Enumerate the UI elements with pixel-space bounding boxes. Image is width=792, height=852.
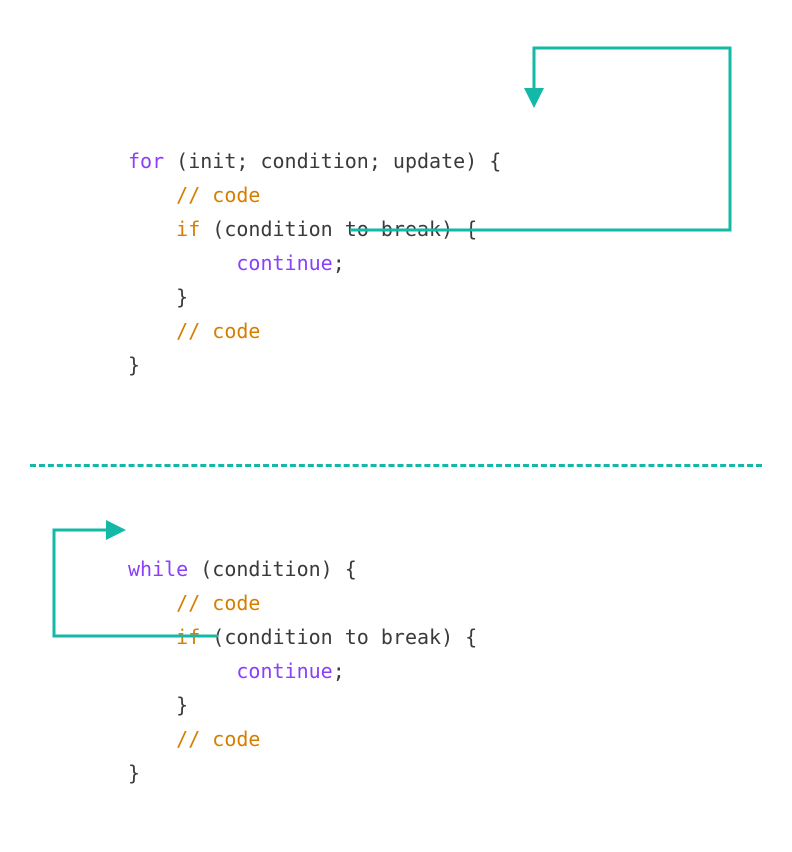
close-brace: } bbox=[128, 353, 140, 377]
code-comment: // code bbox=[176, 727, 260, 751]
if-condition: (condition to break) { bbox=[200, 625, 477, 649]
code-comment: // code bbox=[176, 591, 260, 615]
section-divider bbox=[30, 464, 762, 467]
code-comment: // code bbox=[176, 319, 260, 343]
while-keyword: while bbox=[128, 557, 188, 581]
semicolon: ; bbox=[333, 251, 345, 275]
if-keyword: if bbox=[176, 217, 200, 241]
continue-keyword: continue bbox=[236, 251, 332, 275]
semicolon: ; bbox=[333, 659, 345, 683]
close-brace: } bbox=[176, 693, 188, 717]
if-keyword: if bbox=[176, 625, 200, 649]
diagram-stage: for (init; condition; update) { // code … bbox=[0, 0, 792, 852]
for-keyword: for bbox=[128, 149, 164, 173]
close-brace: } bbox=[128, 761, 140, 785]
for-signature: (init; condition; update) { bbox=[164, 149, 501, 173]
close-brace: } bbox=[176, 285, 188, 309]
while-signature: (condition) { bbox=[188, 557, 357, 581]
code-comment: // code bbox=[176, 183, 260, 207]
if-condition: (condition to break) { bbox=[200, 217, 477, 241]
for-loop-code: for (init; condition; update) { // code … bbox=[128, 110, 501, 382]
continue-keyword: continue bbox=[236, 659, 332, 683]
while-loop-code: while (condition) { // code if (conditio… bbox=[128, 518, 477, 790]
